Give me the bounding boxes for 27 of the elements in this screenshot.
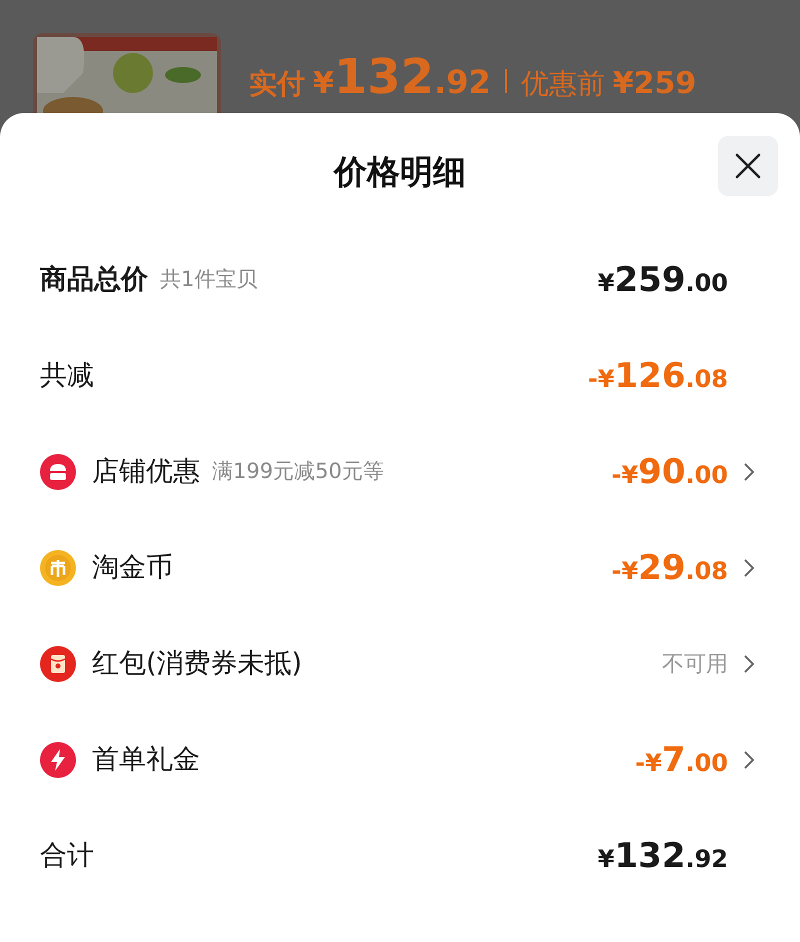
row-label: 共减 bbox=[40, 358, 94, 393]
coin-icon bbox=[40, 550, 76, 586]
row-amount: ¥259.00 bbox=[598, 258, 728, 302]
row-label: 商品总价 bbox=[40, 262, 148, 297]
paid-price: ¥132.92 bbox=[313, 48, 491, 107]
close-button[interactable] bbox=[718, 136, 778, 196]
row-amount: -¥126.08 bbox=[588, 354, 728, 398]
row-label: 店铺优惠 bbox=[92, 454, 200, 489]
paid-label: 实付 bbox=[249, 66, 305, 102]
row-label: 首单礼金 bbox=[92, 742, 200, 777]
row-amount: -¥7.00 bbox=[635, 738, 728, 782]
row-label: 合计 bbox=[40, 838, 94, 873]
row-note: 共1件宝贝 bbox=[160, 266, 258, 294]
row-label: 红包(消费券未抵) bbox=[92, 646, 302, 681]
row-note: 满199元减50元等 bbox=[212, 458, 384, 486]
row-label: 淘金币 bbox=[92, 550, 173, 585]
original-label: 优惠前 bbox=[520, 66, 605, 102]
status-text: 不可用 bbox=[662, 650, 728, 678]
close-icon bbox=[735, 153, 761, 179]
envelope-icon bbox=[40, 646, 76, 682]
original-price: ¥259 bbox=[612, 65, 696, 103]
row-amount: ¥132.92 bbox=[598, 834, 728, 878]
row-amount: -¥90.00 bbox=[611, 450, 728, 494]
sheet-title: 价格明细 bbox=[334, 150, 466, 193]
shop-icon bbox=[40, 454, 76, 490]
row-amount: -¥29.08 bbox=[611, 546, 728, 590]
lightning-icon bbox=[40, 742, 76, 778]
